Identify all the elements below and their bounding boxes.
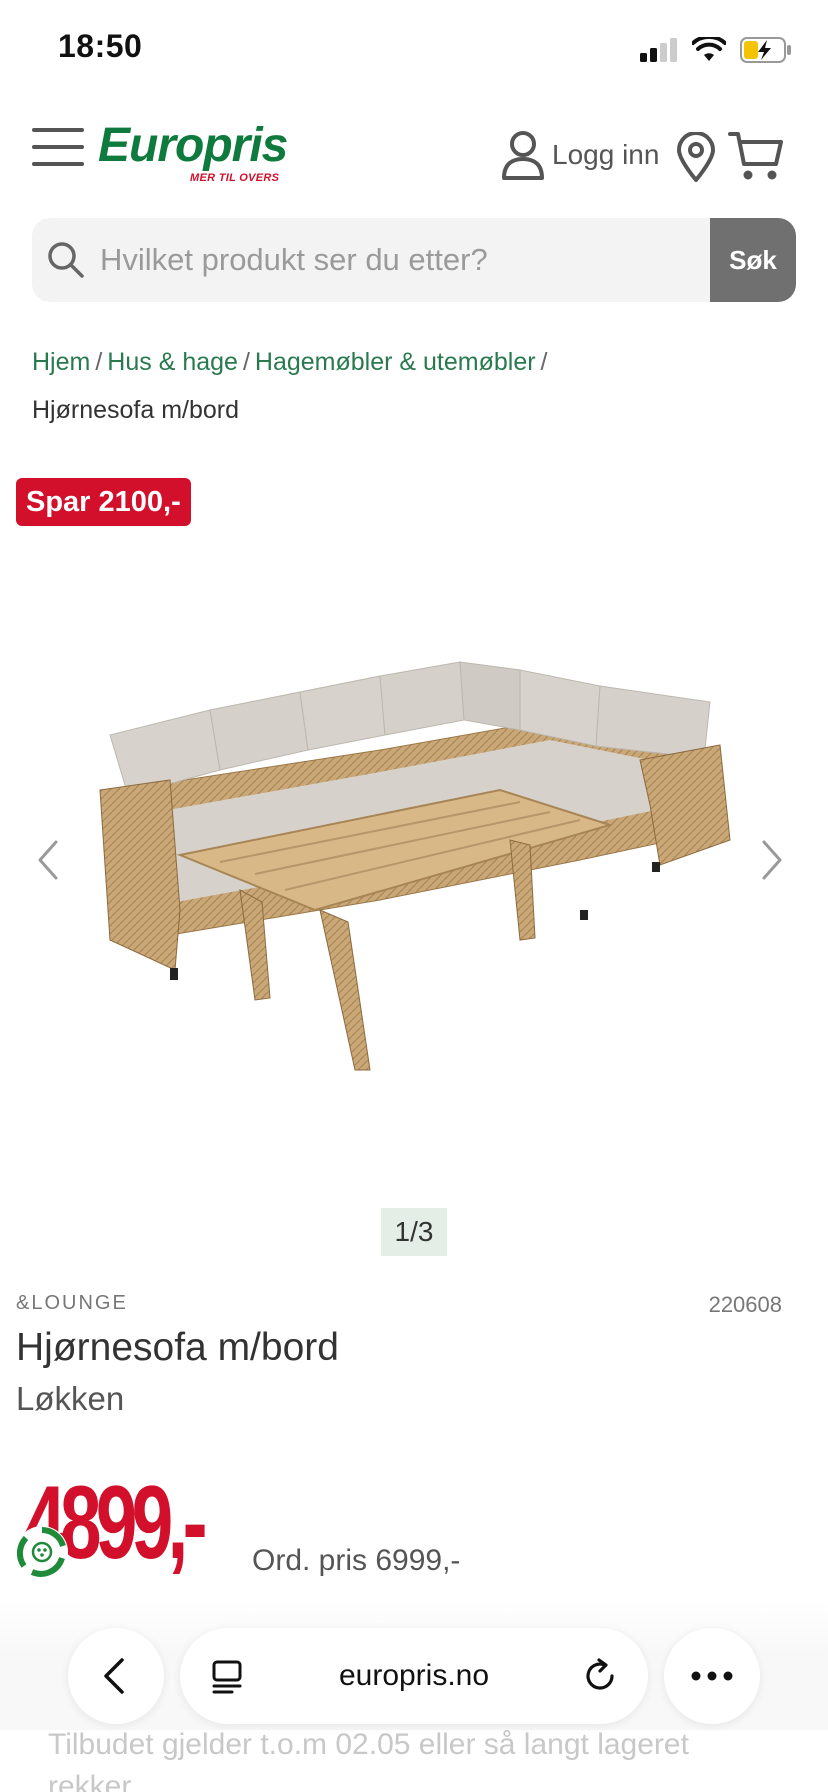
product-brand[interactable]: &LOUNGE xyxy=(16,1292,128,1315)
product-sku: 220608 xyxy=(708,1292,782,1317)
status-bar: 18:50 xyxy=(0,0,828,100)
status-icons xyxy=(640,34,792,66)
breadcrumb-separator: / xyxy=(540,348,548,376)
recycle-badge-icon xyxy=(16,1526,68,1578)
breadcrumb-link-house-garden[interactable]: Hus & hage xyxy=(107,348,238,376)
cellular-signal-icon xyxy=(640,38,677,62)
search-button[interactable]: Søk xyxy=(710,218,796,302)
store-locator-icon[interactable] xyxy=(676,132,716,182)
login-button[interactable]: Logg inn xyxy=(500,130,659,180)
breadcrumb: Hjem / Hus & hage / Hagemøbler & utemøbler / … xyxy=(32,338,792,434)
gallery-prev-arrow-icon[interactable] xyxy=(36,838,60,882)
discount-badge: Spar 2100,- xyxy=(16,478,191,526)
gallery-next-arrow-icon[interactable] xyxy=(760,838,784,882)
breadcrumb-separator: / xyxy=(242,348,250,376)
battery-charging-icon xyxy=(740,37,791,63)
logo-tagline: MER TIL OVERS xyxy=(190,172,280,184)
gallery-pager: 1/3 xyxy=(381,1208,447,1256)
browser-more-button[interactable] xyxy=(664,1628,760,1724)
product-title: Hjørnesofa m/bord xyxy=(16,1326,339,1369)
back-chevron-icon xyxy=(104,1658,124,1694)
search-icon xyxy=(48,242,84,278)
more-dots-icon xyxy=(691,1671,733,1681)
breadcrumb-link-home[interactable]: Hjem xyxy=(32,348,90,376)
logo-text: Europris xyxy=(98,119,288,172)
breadcrumb-link-garden-furniture[interactable]: Hagemøbler & utemøbler xyxy=(255,348,536,376)
search-bar: Søk xyxy=(32,218,796,302)
user-icon xyxy=(502,131,544,180)
browser-url-text: europris.no xyxy=(338,1659,490,1692)
breadcrumb-current: Hjørnesofa m/bord xyxy=(32,396,240,424)
browser-toolbar: europris.no xyxy=(0,1612,828,1724)
europris-logo[interactable]: Europris MER TIL OVERS xyxy=(98,119,288,185)
hamburger-menu-icon[interactable] xyxy=(32,128,84,168)
browser-back-button[interactable] xyxy=(68,1628,164,1724)
product-image[interactable] xyxy=(80,640,760,1080)
ordinary-price: Ord. pris 6999,- xyxy=(252,1544,461,1577)
search-input[interactable] xyxy=(100,218,730,302)
login-label: Logg inn xyxy=(552,139,660,170)
offer-note: Tilbudet gjelder t.o.m 02.05 eller så la… xyxy=(48,1728,689,1792)
breadcrumb-separator: / xyxy=(95,348,103,376)
cart-icon[interactable] xyxy=(728,130,784,182)
product-subtitle: Løkken xyxy=(16,1380,125,1417)
browser-address-bar[interactable]: europris.no xyxy=(180,1628,648,1724)
status-time: 18:50 xyxy=(58,28,143,64)
wifi-icon xyxy=(692,37,726,61)
site-header: Europris MER TIL OVERS Logg inn xyxy=(0,110,828,200)
reload-icon[interactable] xyxy=(582,1658,618,1694)
